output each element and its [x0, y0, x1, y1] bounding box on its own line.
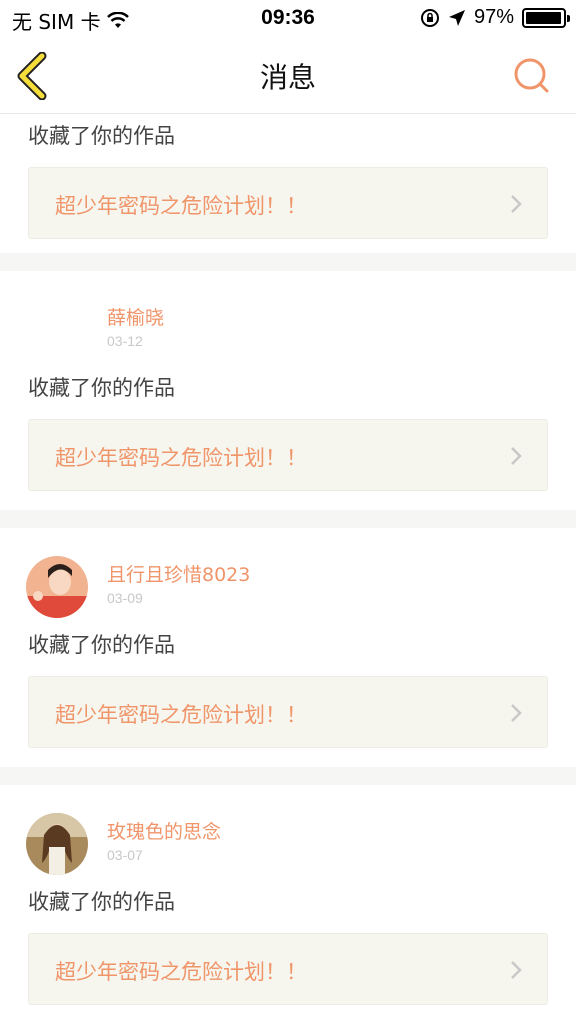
user-row[interactable]: 玫瑰色的思念 03-07: [0, 803, 576, 877]
message-item: 且行且珍惜8023 03-09 收藏了你的作品 超少年密码之危险计划！！: [0, 528, 576, 767]
section-divider: [0, 767, 576, 785]
user-name[interactable]: 且行且珍惜8023: [107, 560, 250, 587]
work-title: 超少年密码之危险计划！！: [55, 960, 307, 984]
avatar[interactable]: [26, 556, 88, 618]
battery-fill: [526, 11, 561, 24]
section-divider: [0, 253, 576, 271]
avatar-photo: [26, 556, 88, 618]
avatar[interactable]: [26, 299, 88, 361]
message-date: 03-09: [107, 590, 143, 606]
user-name[interactable]: 薛榆晓: [107, 303, 164, 330]
user-row[interactable]: 且行且珍惜8023 03-09: [0, 546, 576, 620]
message-date: 03-07: [107, 847, 143, 863]
message-date: 03-12: [107, 333, 143, 349]
work-card[interactable]: 超少年密码之危险计划！！: [28, 676, 548, 748]
chevron-right-icon: [511, 961, 522, 979]
message-action: 收藏了你的作品: [28, 890, 175, 914]
status-bar: 无 SIM 卡 09:36 97%: [0, 0, 576, 40]
message-action: 收藏了你的作品: [28, 124, 175, 148]
message-list: 收藏了你的作品 超少年密码之危险计划！！ 薛榆晓 03-12 收藏了你的作品 超…: [0, 115, 576, 1024]
avatar-photo: [26, 813, 88, 875]
search-icon[interactable]: [512, 56, 552, 96]
status-right: 97%: [420, 6, 570, 29]
message-action: 收藏了你的作品: [28, 633, 175, 657]
work-title: 超少年密码之危险计划！！: [55, 194, 307, 218]
work-card[interactable]: 超少年密码之危险计划！！: [28, 167, 548, 239]
work-card[interactable]: 超少年密码之危险计划！！: [28, 419, 548, 491]
work-title: 超少年密码之危险计划！！: [55, 446, 307, 470]
work-title: 超少年密码之危险计划！！: [55, 703, 307, 727]
battery-percent: 97%: [473, 6, 514, 28]
chevron-right-icon: [511, 447, 522, 465]
chevron-right-icon: [511, 195, 522, 213]
page-title: 消息: [259, 61, 316, 94]
message-action: 收藏了你的作品: [28, 376, 175, 400]
user-row[interactable]: 薛榆晓 03-12: [0, 289, 576, 363]
message-item: 玫瑰色的思念 03-07 收藏了你的作品 超少年密码之危险计划！！: [0, 785, 576, 1024]
message-item: 薛榆晓 03-12 收藏了你的作品 超少年密码之危险计划！！: [0, 271, 576, 510]
section-divider: [0, 510, 576, 528]
chevron-right-icon: [511, 704, 522, 722]
message-item: 收藏了你的作品 超少年密码之危险计划！！: [0, 115, 576, 253]
nav-bar: 消息: [0, 40, 576, 114]
battery-icon: [522, 7, 570, 28]
avatar[interactable]: [26, 813, 88, 875]
user-name[interactable]: 玫瑰色的思念: [107, 817, 221, 844]
location-arrow-icon: [448, 9, 465, 26]
work-card[interactable]: 超少年密码之危险计划！！: [28, 933, 548, 1005]
orientation-lock-icon: [420, 8, 439, 27]
